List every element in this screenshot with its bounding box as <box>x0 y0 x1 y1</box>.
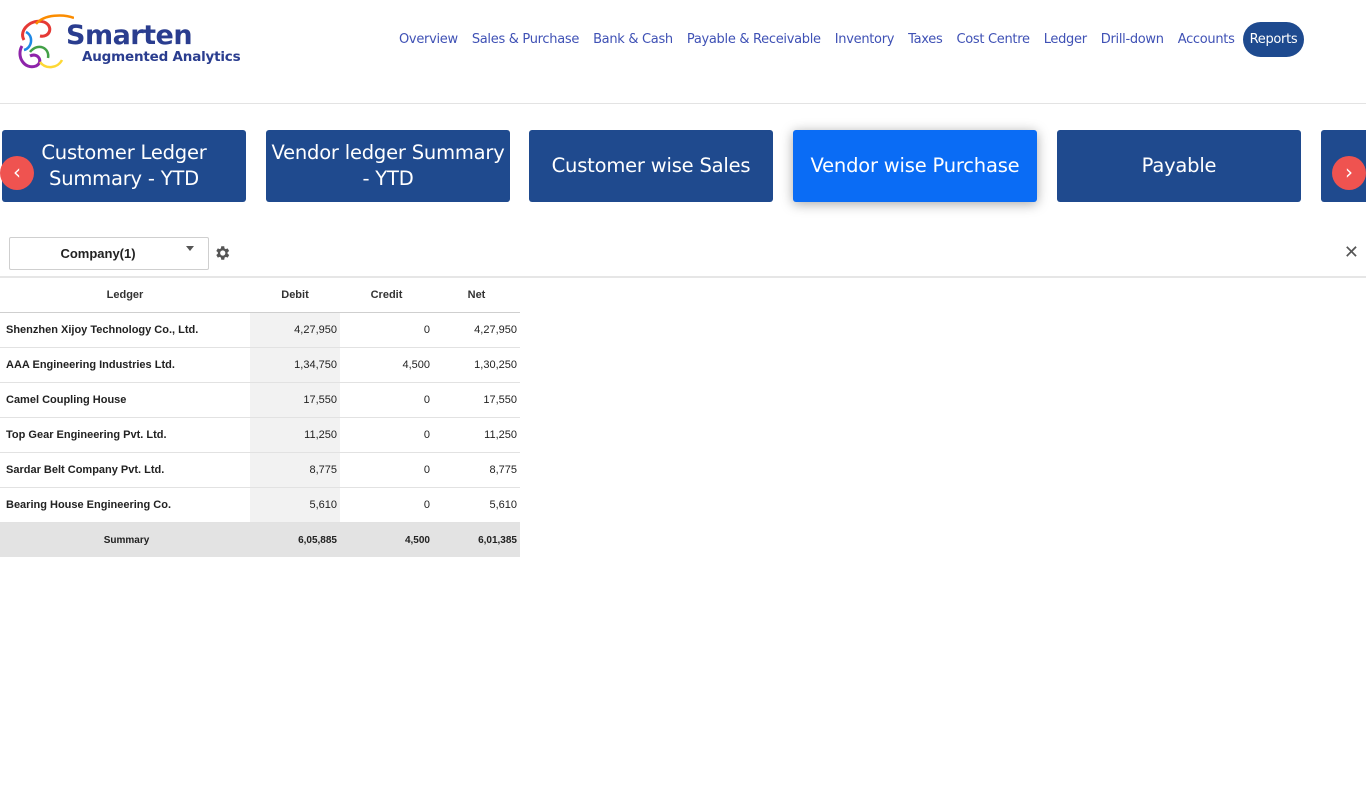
debit-cell: 1,34,750 <box>250 347 340 383</box>
nav-payable-receivable[interactable]: Payable & Receivable <box>680 22 828 57</box>
debit-cell: 17,550 <box>250 382 340 418</box>
column-header-credit[interactable]: Credit <box>340 277 433 313</box>
ledger-cell: Sardar Belt Company Pvt. Ltd. <box>0 452 250 488</box>
carousel-next-button[interactable]: › <box>1332 156 1366 190</box>
ledger-cell: Bearing House Engineering Co. <box>0 487 250 523</box>
debit-cell: 5,610 <box>250 487 340 523</box>
table-row[interactable]: AAA Engineering Industries Ltd. 1,34,750… <box>0 347 520 383</box>
card-customer-ledger-summary[interactable]: Customer Ledger Summary - YTD <box>2 130 246 202</box>
card-vendor-wise-purchase[interactable]: Vendor wise Purchase <box>793 130 1037 202</box>
summary-row: Summary 6,05,885 4,500 6,01,385 <box>0 522 520 557</box>
net-cell: 17,550 <box>433 382 520 418</box>
credit-cell: 0 <box>340 487 433 523</box>
card-customer-wise-sales[interactable]: Customer wise Sales <box>529 130 773 202</box>
credit-cell: 0 <box>340 312 433 348</box>
debit-cell: 11,250 <box>250 417 340 453</box>
debit-cell: 8,775 <box>250 452 340 488</box>
carousel-prev-button[interactable]: ‹ <box>0 156 34 190</box>
table-row[interactable]: Shenzhen Xijoy Technology Co., Ltd. 4,27… <box>0 312 520 348</box>
nav-sales-purchase[interactable]: Sales & Purchase <box>465 22 586 57</box>
credit-cell: 0 <box>340 382 433 418</box>
column-header-debit[interactable]: Debit <box>250 277 340 313</box>
summary-net: 6,01,385 <box>433 522 520 557</box>
nav-bank-cash[interactable]: Bank & Cash <box>586 22 680 57</box>
nav-cost-centre[interactable]: Cost Centre <box>949 22 1036 57</box>
debit-cell: 4,27,950 <box>250 312 340 348</box>
credit-cell: 0 <box>340 452 433 488</box>
vendor-purchase-table: Ledger Debit Credit Net Shenzhen Xijoy T… <box>0 277 520 557</box>
table-row[interactable]: Sardar Belt Company Pvt. Ltd. 8,775 0 8,… <box>0 452 520 488</box>
logo-title: Smarten <box>66 20 193 51</box>
table-row[interactable]: Camel Coupling House 17,550 0 17,550 <box>0 382 520 418</box>
card-vendor-ledger-summary[interactable]: Vendor ledger Summary - YTD <box>266 130 510 202</box>
filter-bar: Company(1) ✕ <box>0 230 1366 278</box>
ledger-cell: AAA Engineering Industries Ltd. <box>0 347 250 383</box>
net-cell: 11,250 <box>433 417 520 453</box>
table-row[interactable]: Top Gear Engineering Pvt. Ltd. 11,250 0 … <box>0 417 520 453</box>
summary-debit: 6,05,885 <box>250 522 340 557</box>
nav-drill-down[interactable]: Drill-down <box>1094 22 1171 57</box>
company-dropdown[interactable]: Company(1) <box>9 237 209 270</box>
net-cell: 5,610 <box>433 487 520 523</box>
ledger-cell: Shenzhen Xijoy Technology Co., Ltd. <box>0 312 250 348</box>
report-carousel: Customer Ledger Summary - YTD Vendor led… <box>0 130 1366 202</box>
table-header-row: Ledger Debit Credit Net <box>0 277 520 313</box>
nav-overview[interactable]: Overview <box>392 22 465 57</box>
ledger-cell: Camel Coupling House <box>0 382 250 418</box>
net-cell: 4,27,950 <box>433 312 520 348</box>
credit-cell: 4,500 <box>340 347 433 383</box>
close-icon[interactable]: ✕ <box>1344 242 1359 263</box>
logo-subtitle: Augmented Analytics <box>82 49 241 65</box>
gear-icon[interactable] <box>213 244 231 262</box>
card-payable[interactable]: Payable <box>1057 130 1301 202</box>
table-row[interactable]: Bearing House Engineering Co. 5,610 0 5,… <box>0 487 520 523</box>
summary-label: Summary <box>0 522 250 557</box>
summary-credit: 4,500 <box>340 522 433 557</box>
column-header-ledger[interactable]: Ledger <box>0 277 250 313</box>
ledger-cell: Top Gear Engineering Pvt. Ltd. <box>0 417 250 453</box>
nav-accounts[interactable]: Accounts <box>1171 22 1242 57</box>
nav-inventory[interactable]: Inventory <box>828 22 901 57</box>
logo-swirl-icon <box>18 14 74 69</box>
column-header-net[interactable]: Net <box>433 277 520 313</box>
credit-cell: 0 <box>340 417 433 453</box>
net-cell: 8,775 <box>433 452 520 488</box>
company-dropdown-label: Company(1) <box>60 246 136 261</box>
app-header: Smarten Augmented Analytics Overview Sal… <box>0 0 1366 104</box>
smarten-logo[interactable]: Smarten Augmented Analytics <box>14 12 244 74</box>
top-nav: Overview Sales & Purchase Bank & Cash Pa… <box>392 22 1305 57</box>
nav-reports[interactable]: Reports <box>1242 22 1305 57</box>
nav-ledger[interactable]: Ledger <box>1037 22 1094 57</box>
chevron-down-icon <box>186 246 194 251</box>
nav-taxes[interactable]: Taxes <box>901 22 949 57</box>
net-cell: 1,30,250 <box>433 347 520 383</box>
